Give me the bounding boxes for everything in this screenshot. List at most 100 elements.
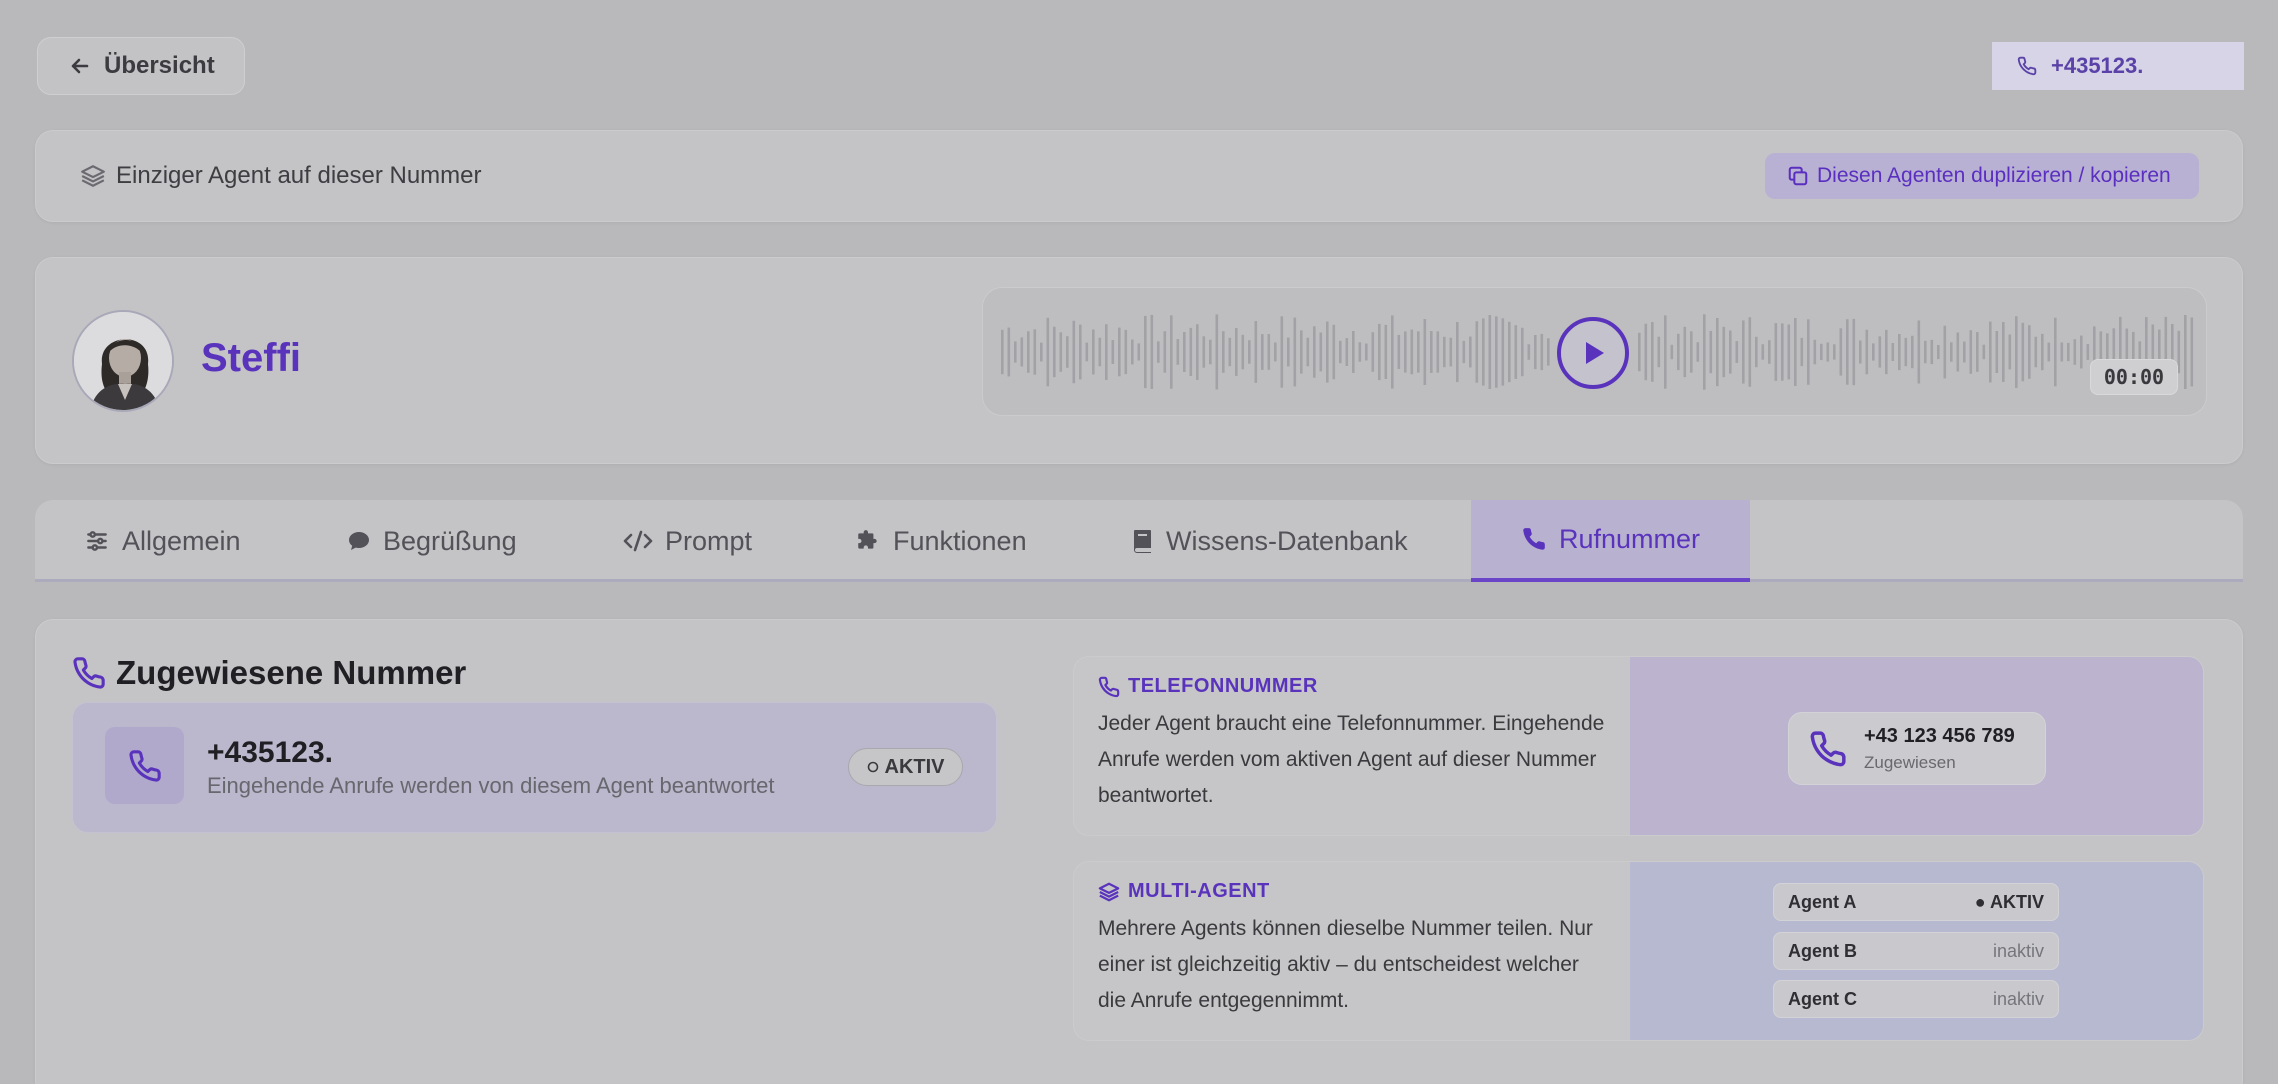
tab-label: Wissens-Datenbank <box>1166 525 1408 556</box>
waveform-bar <box>1254 321 1258 383</box>
waveform-bar <box>1638 332 1641 372</box>
waveform-bar <box>1157 341 1160 363</box>
waveform-bar <box>1306 337 1310 367</box>
section-title-text: Zugewiesene Nummer <box>116 654 467 691</box>
agent-row-status: inaktiv <box>1992 988 2044 1009</box>
waveform-bar <box>1501 318 1505 386</box>
info-body: Mehrere Agents können dieselbe Nummer te… <box>1098 917 1593 1012</box>
waveform-bar <box>1846 319 1849 385</box>
waveform-bar <box>1163 331 1167 373</box>
waveform-bar <box>1059 332 1063 372</box>
waveform-bar <box>1053 326 1056 378</box>
waveform-bar <box>2002 322 2005 382</box>
duplicate-agent-button[interactable]: Diesen Agenten duplizieren / kopieren <box>1765 153 2199 199</box>
waveform-bar <box>1183 332 1186 372</box>
waveform-bar <box>1989 321 1992 383</box>
waveform-bar <box>1885 329 1888 375</box>
waveform-bar <box>2067 342 2070 362</box>
waveform-bar <box>1040 342 1043 362</box>
header-phone-number[interactable]: +435123. <box>1992 42 2244 90</box>
waveform-bar <box>1085 342 1089 362</box>
waveform-bar <box>1813 339 1817 365</box>
waveform-bar <box>1820 343 1823 361</box>
play-button[interactable] <box>1556 316 1630 390</box>
waveform-bar <box>2060 342 2064 362</box>
sliders-icon <box>87 531 107 551</box>
waveform-bar <box>1677 333 1680 371</box>
waveform-bar <box>1313 326 1316 378</box>
waveform-bar <box>1670 344 1674 360</box>
waveform-bar <box>1111 340 1115 364</box>
example-number: +43 123 456 789 <box>1864 725 2015 747</box>
agent-name: Steffi <box>201 336 301 380</box>
waveform-bar <box>2073 339 2077 365</box>
waveform-bar <box>1150 314 1154 389</box>
waveform-bar <box>1534 335 1537 370</box>
waveform-bar <box>1976 332 1979 372</box>
waveform-bar <box>1982 344 1986 360</box>
waveform-bar <box>1865 329 1869 375</box>
waveform-bar <box>1124 329 1128 375</box>
waveform-bar <box>1904 337 1908 367</box>
waveform-bar <box>2054 317 2057 387</box>
tab-wissens-datenbank[interactable]: Wissens-Datenbank <box>1132 500 1408 582</box>
status-badge-text: AKTIV <box>884 755 945 778</box>
agent-row-name: Agent A <box>1788 891 1857 912</box>
waveform-bar <box>1761 344 1765 360</box>
waveform-bar <box>1417 331 1420 373</box>
waveform-bar <box>1326 321 1329 383</box>
tab-rufnummer[interactable]: Rufnummer <box>1471 500 1751 582</box>
waveform-bar <box>1930 339 1934 365</box>
waveform-bar <box>1774 323 1778 381</box>
tab-funktionen[interactable]: Funktionen <box>855 500 1027 582</box>
layers-icon <box>1098 882 1120 901</box>
waveform-bar <box>2047 342 2051 362</box>
waveform-bar <box>1046 317 1050 387</box>
waveform-bar <box>1384 324 1388 379</box>
waveform-bar <box>1482 318 1485 386</box>
info-heading: TELEFONNUMMER <box>1128 675 1318 697</box>
waveform-bar <box>1787 324 1791 380</box>
waveform-bar <box>1131 339 1134 365</box>
waveform-bar <box>2190 317 2194 387</box>
waveform-bar <box>1319 332 1323 372</box>
waveform-bar <box>1449 337 1453 367</box>
waveform-bar <box>1664 315 1667 389</box>
voice-sample-player <box>982 287 2207 416</box>
info-illustration: +43 123 456 789 Zugewiesen <box>1630 657 2203 835</box>
tab-allgemein[interactable]: Allgemein <box>84 500 241 582</box>
back-button[interactable]: Übersicht <box>37 37 245 95</box>
tab-prompt[interactable]: Prompt <box>623 500 752 582</box>
waveform-bar <box>1241 334 1245 370</box>
agent-row-status: inaktiv <box>1992 940 2044 961</box>
waveform-bar <box>1495 316 1498 388</box>
waveform-bar <box>1716 318 1719 387</box>
waveform-bar <box>1358 342 1362 362</box>
waveform-bar <box>1547 338 1550 366</box>
waveform-bar <box>1248 340 1251 364</box>
waveform-bar <box>1826 342 1830 362</box>
waveform-bar <box>1651 322 1654 382</box>
info-card-telefonnummer: TELEFONNUMMER Jeder Agent braucht eine T… <box>1073 656 2204 836</box>
assigned-number-subtitle: Eingehende Anrufe werden von diesem Agen… <box>207 773 775 798</box>
waveform-bar <box>1267 334 1271 370</box>
waveform-bar <box>1755 336 1758 368</box>
number-icon-box <box>105 727 184 804</box>
waveform-bar <box>1436 331 1440 373</box>
waveform-bar <box>1170 315 1173 389</box>
info-heading: MULTI-AGENT <box>1128 880 1270 902</box>
waveform-bar <box>1293 317 1297 387</box>
waveform-bar <box>1202 336 1206 368</box>
waveform-bar <box>1014 341 1017 363</box>
back-label: Übersicht <box>104 52 215 79</box>
waveform-bar <box>1027 331 1030 373</box>
waveform-bar <box>1800 337 1804 367</box>
waveform-bar <box>1033 329 1037 375</box>
tab-label: Begrüßung <box>383 525 517 556</box>
waveform-bar <box>1274 342 1277 362</box>
waveform-bar <box>1969 330 1973 374</box>
tab-begruessung[interactable]: Begrüßung <box>347 500 517 582</box>
tab-bar: Allgemein Begrüßung Prompt Funktionen Wi… <box>35 500 2243 582</box>
waveform-bar <box>1397 334 1401 369</box>
waveform-bar <box>1365 343 1368 361</box>
